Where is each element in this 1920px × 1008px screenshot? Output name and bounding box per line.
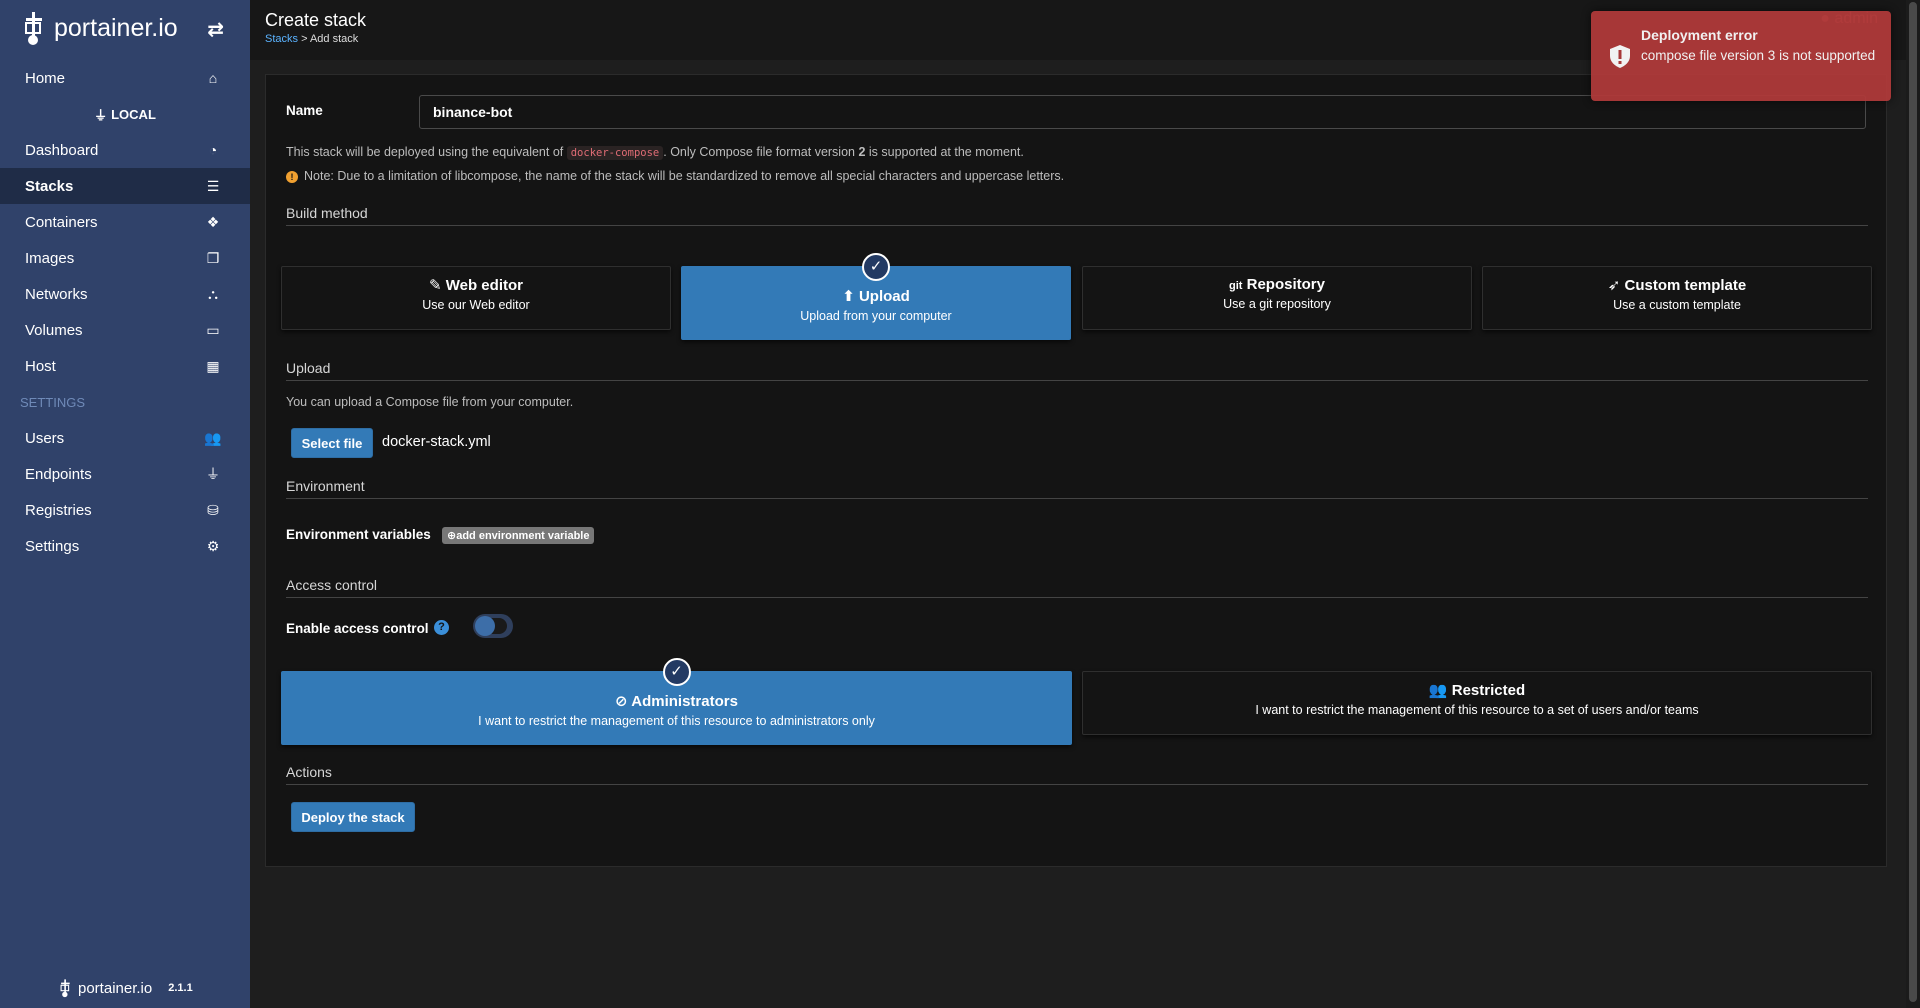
users-icon: 👥 (1428, 682, 1448, 699)
upload-section-title: Upload (286, 360, 1868, 381)
git-icon: git (1229, 280, 1243, 292)
docker-compose-code: docker-compose (566, 146, 664, 160)
grid-icon: ▦ (206, 357, 220, 374)
build-method-web-editor[interactable]: ✎ Web editor Use our Web editor (281, 266, 671, 330)
error-toast[interactable]: Deployment error compose file version 3 … (1591, 11, 1891, 101)
sidebar-item-label: Endpoints (25, 465, 92, 483)
check-icon: ✓ (862, 253, 890, 281)
cogs-icon: ⚙ (206, 537, 220, 554)
sidebar-item-home[interactable]: Home ⌂ (0, 60, 250, 96)
clone-icon: ❐ (206, 249, 220, 266)
sidebar-item-endpoints[interactable]: Endpoints ⏚ (0, 456, 250, 492)
upload-icon: ⬆ (842, 288, 855, 305)
sidebar-item-label: Home (25, 69, 66, 87)
sidebar: portainer.io ⇄ Home ⌂ ⏚ LOCAL Dashboard … (0, 0, 250, 1008)
home-icon: ⌂ (208, 70, 218, 86)
rocket-icon: ➶ (1607, 277, 1621, 294)
plug-icon: ⏚ (206, 466, 220, 482)
breadcrumb-stacks-link[interactable]: Stacks (265, 33, 298, 45)
sidebar-item-containers[interactable]: Containers ❖ (0, 204, 250, 240)
deploy-stack-button[interactable]: Deploy the stack (291, 802, 415, 832)
check-icon: ✓ (662, 658, 691, 686)
database-icon: ⛁ (207, 501, 219, 518)
environment-section-title: Environment (286, 478, 1868, 499)
cubes-icon: ❖ (206, 213, 220, 230)
eye-slash-icon: ⊘ (615, 693, 628, 710)
build-method-custom-template[interactable]: ➶ Custom template Use a custom template (1482, 266, 1872, 330)
sidebar-item-host[interactable]: Host ▦ (0, 348, 250, 384)
sidebar-item-label: Dashboard (25, 141, 99, 159)
toast-title: Deployment error (1641, 27, 1758, 43)
sidebar-item-label: Users (25, 429, 65, 447)
access-control-section-title: Access control (286, 577, 1868, 598)
breadcrumb: Stacks > Add stack (265, 33, 358, 45)
plus-circle-icon: ⊕ (447, 530, 457, 542)
access-option-restricted[interactable]: 👥 Restricted I want to restrict the mana… (1082, 671, 1872, 735)
footer-brand: portainer.io (78, 979, 153, 997)
breadcrumb-current: > Add stack (298, 33, 359, 45)
upload-help-text: You can upload a Compose file from your … (286, 395, 574, 409)
sidebar-item-label: Containers (25, 213, 98, 231)
compose-help-text: This stack will be deployed using the eq… (286, 145, 1024, 160)
sidebar-item-registries[interactable]: Registries ⛁ (0, 492, 250, 528)
sidebar-item-label: Images (25, 249, 75, 267)
sidebar-item-label: Networks (25, 285, 88, 303)
users-icon: 👥 (204, 429, 222, 446)
sidebar-item-label: Stacks (25, 177, 74, 195)
endpoint-label: ⏚ LOCAL (94, 106, 156, 123)
switch-arrows-icon[interactable]: ⇄ (207, 17, 224, 42)
toggle-knob (475, 616, 495, 636)
portainer-logo-icon (60, 979, 70, 998)
access-control-toggle[interactable] (473, 614, 513, 638)
sidebar-item-label: Host (25, 357, 56, 375)
libcompose-note: ! Note: Due to a limitation of libcompose… (286, 169, 1064, 183)
sidebar-item-dashboard[interactable]: Dashboard ◔ (0, 132, 250, 168)
sidebar-item-label: Settings (25, 537, 80, 555)
sidebar-item-stacks[interactable]: Stacks ☰ (0, 168, 250, 204)
build-method-upload[interactable]: ✓ ⬆ Upload Upload from your computer (681, 253, 1071, 340)
select-file-button[interactable]: Select file (291, 428, 373, 458)
create-stack-form: Name This stack will be deployed using t… (265, 74, 1887, 867)
sidebar-item-users[interactable]: Users 👥 (0, 420, 250, 456)
sidebar-item-volumes[interactable]: Volumes ▭ (0, 312, 250, 348)
gauge-icon: ◔ (208, 142, 218, 158)
scrollbar-thumb[interactable] (1909, 2, 1917, 1002)
access-option-administrators[interactable]: ✓ ⊘ Administrators I want to restrict th… (281, 658, 1072, 745)
settings-header: SETTINGS (20, 394, 86, 410)
add-env-variable-button[interactable]: ⊕add environment variable (442, 527, 595, 544)
sidebar-item-images[interactable]: Images ❐ (0, 240, 250, 276)
portainer-logo-icon (25, 12, 42, 45)
list-icon: ☰ (206, 177, 220, 194)
sitemap-icon: ⛬ (208, 285, 218, 302)
brand[interactable]: portainer.io ⇄ (0, 0, 250, 56)
sidebar-item-label: Volumes (25, 321, 83, 339)
actions-section-title: Actions (286, 764, 1868, 785)
version-label: 2.1.1 (168, 982, 193, 994)
exclamation-icon: ! (286, 171, 298, 183)
name-label: Name (286, 103, 323, 118)
question-circle-icon[interactable]: ? (434, 620, 449, 635)
edit-icon: ✎ (429, 277, 442, 294)
shield-icon (1610, 45, 1630, 68)
page-scrollbar[interactable] (1906, 0, 1920, 1008)
hdd-icon: ▭ (206, 321, 220, 338)
toast-message: compose file version 3 is not supported (1641, 48, 1876, 63)
sidebar-footer: portainer.io 2.1.1 (60, 976, 193, 1000)
sidebar-item-networks[interactable]: Networks ⛬ (0, 276, 250, 312)
build-method-repository[interactable]: git Repository Use a git repository (1082, 266, 1472, 330)
sidebar-item-label: Registries (25, 501, 92, 519)
env-variables-label: Environment variables (286, 527, 431, 542)
build-method-title: Build method (286, 205, 1868, 226)
plug-icon: ⏚ (94, 107, 108, 123)
page-title: Create stack (265, 10, 367, 30)
brand-name: portainer.io (54, 13, 178, 42)
enable-access-control-label: Enable access control (286, 621, 429, 636)
sidebar-item-settings[interactable]: Settings ⚙ (0, 528, 250, 564)
selected-file-name: docker-stack.yml (382, 434, 491, 450)
